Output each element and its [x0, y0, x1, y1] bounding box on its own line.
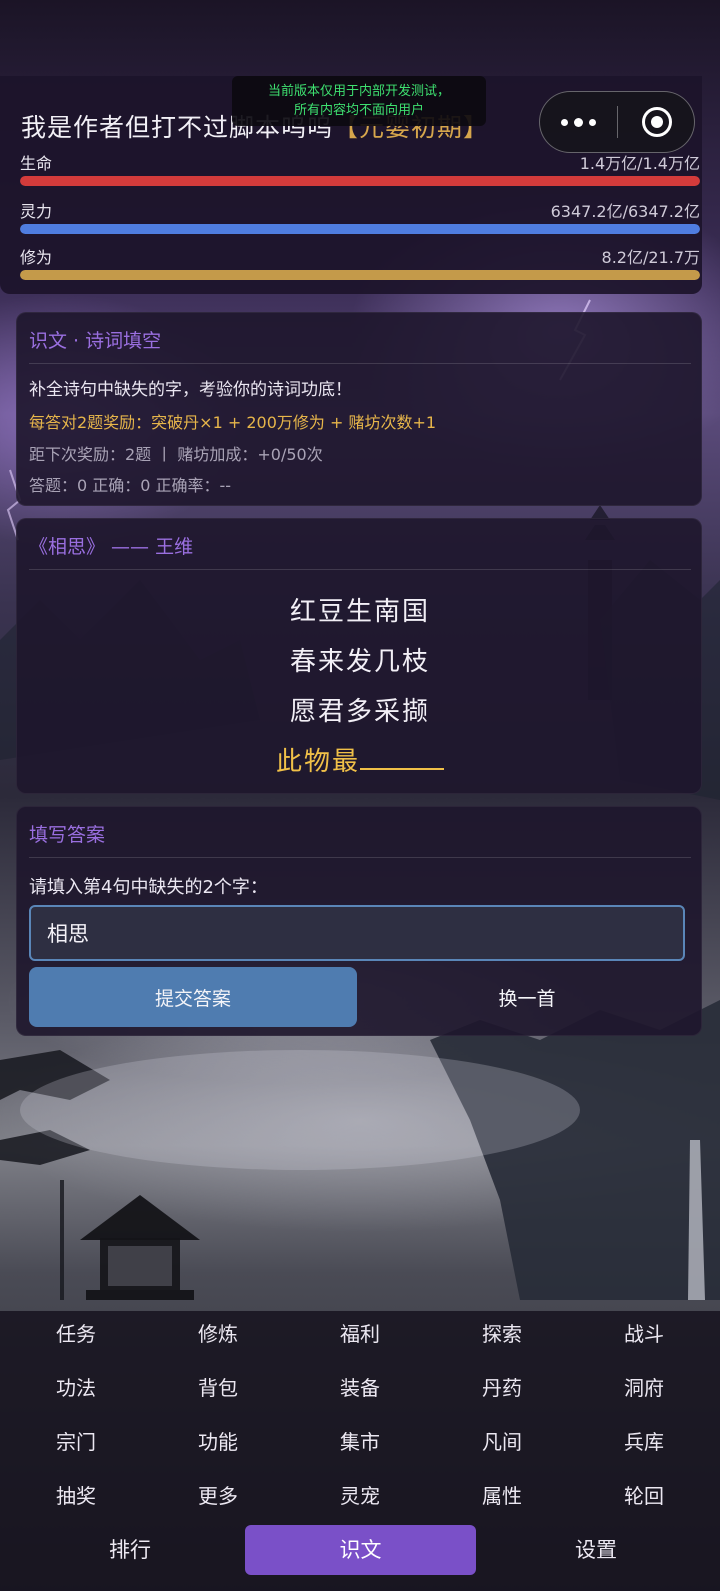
hp-bar [20, 176, 700, 186]
nav-item-mortal-world[interactable]: 凡间 [431, 1419, 573, 1465]
nav-item-skills[interactable]: 功法 [5, 1365, 147, 1411]
nav-item-sect[interactable]: 宗门 [5, 1419, 147, 1465]
nav-item-more[interactable]: 更多 [147, 1473, 289, 1519]
nav-item-reincarnation[interactable]: 轮回 [573, 1473, 715, 1519]
more-button[interactable] [540, 92, 617, 152]
dev-notice-line2: 所有内容均不面向用户 [293, 103, 424, 118]
nav-item-equipment[interactable]: 装备 [289, 1365, 431, 1411]
rules-next-reward: 距下次奖励：2题 丨 赌坊加成：+0/50次 [29, 445, 323, 464]
rules-reward: 每答对2题奖励：突破丹×1 + 200万修为 + 赌坊次数+1 [29, 413, 437, 432]
nav-item-market[interactable]: 集市 [289, 1419, 431, 1465]
answer-card-divider [29, 857, 691, 858]
poem-blank [360, 748, 444, 770]
nav-item-battle[interactable]: 战斗 [573, 1311, 715, 1357]
rules-card-title: 识文 · 诗词填空 [29, 330, 162, 352]
poem-line-3: 愿君多采撷 [289, 697, 430, 727]
hp-value: 1.4万亿/1.4万亿 [579, 154, 700, 173]
xp-bar [20, 270, 700, 280]
poem-line-1: 红豆生南国 [289, 597, 430, 627]
nav-item-pets[interactable]: 灵宠 [289, 1473, 431, 1519]
poem-card: 《相思》 —— 王维 红豆生南国 春来发几枝 愿君多采撷 此物最 [16, 518, 702, 794]
dev-notice: 当前版本仅用于内部开发测试， 所有内容均不面向用户 [232, 76, 486, 126]
answer-card: 填写答案 请填入第4句中缺失的2个字： 提交答案 换一首 [16, 806, 702, 1036]
close-miniprogram-button[interactable] [618, 92, 695, 152]
nav-item-cultivate[interactable]: 修炼 [147, 1311, 289, 1357]
submit-answer-button[interactable]: 提交答案 [29, 967, 357, 1027]
dev-notice-line1: 当前版本仅用于内部开发测试， [267, 84, 450, 99]
miniprogram-capsule [539, 91, 695, 153]
nav-item-literature[interactable]: 识文 [245, 1525, 476, 1575]
answer-input[interactable] [29, 905, 685, 961]
poem-line-2: 春来发几枝 [289, 647, 430, 677]
mp-bar [20, 224, 700, 234]
nav-item-cave[interactable]: 洞府 [573, 1365, 715, 1411]
poem-line-4-prefix: 此物最 [275, 747, 360, 777]
mp-value: 6347.2亿/6347.2亿 [550, 202, 700, 221]
poem-line-4: 此物最 [17, 741, 703, 778]
xp-bar-fill [20, 270, 700, 280]
hp-label: 生命 [20, 154, 53, 173]
xp-value: 8.2亿/21.7万 [601, 248, 700, 267]
answer-prompt: 请填入第4句中缺失的2个字： [29, 877, 268, 898]
hp-bar-fill [20, 176, 700, 186]
nav-item-lottery[interactable]: 抽奖 [5, 1473, 147, 1519]
poem-card-divider [29, 569, 691, 570]
poem-title: 《相思》 —— 王维 [29, 536, 194, 558]
nav-item-ranking[interactable]: 排行 [16, 1525, 244, 1575]
nav-item-settings[interactable]: 设置 [478, 1525, 714, 1575]
answer-card-title: 填写答案 [29, 824, 106, 846]
nav-item-bag[interactable]: 背包 [147, 1365, 289, 1411]
mp-label: 灵力 [20, 202, 53, 221]
nav-item-attributes[interactable]: 属性 [431, 1473, 573, 1519]
rules-card: 识文 · 诗词填空 补全诗句中缺失的字，考验你的诗词功底！ 每答对2题奖励：突破… [16, 312, 702, 506]
nav-item-functions[interactable]: 功能 [147, 1419, 289, 1465]
rules-score: 答题：0 正确：0 正确率：-- [29, 476, 232, 495]
rules-card-divider [29, 363, 691, 364]
switch-poem-button[interactable]: 换一首 [363, 967, 691, 1027]
more-dots-icon [558, 117, 599, 127]
nav-item-explore[interactable]: 探索 [431, 1311, 573, 1357]
nav-item-tasks[interactable]: 任务 [5, 1311, 147, 1357]
bottom-nav: 任务 修炼 福利 探索 战斗 功法 背包 装备 丹药 洞府 宗门 功能 集市 凡… [0, 1311, 720, 1591]
nav-item-welfare[interactable]: 福利 [289, 1311, 431, 1357]
xp-label: 修为 [20, 248, 53, 267]
nav-item-pills[interactable]: 丹药 [431, 1365, 573, 1411]
nav-item-armory[interactable]: 兵库 [573, 1419, 715, 1465]
mp-bar-fill [20, 224, 700, 234]
target-circle-icon [641, 107, 672, 137]
rules-description: 补全诗句中缺失的字，考验你的诗词功底！ [29, 380, 352, 400]
